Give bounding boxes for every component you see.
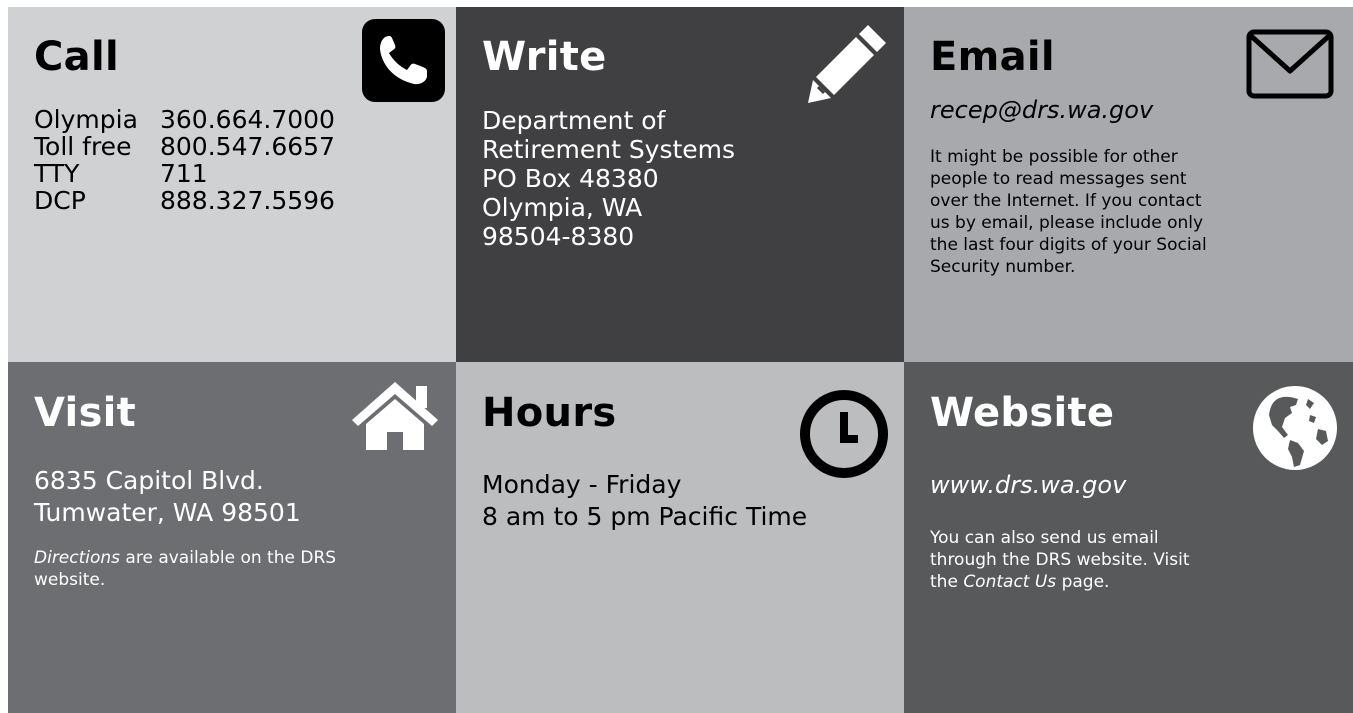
- website-url[interactable]: www.drs.wa.gov: [930, 471, 1327, 499]
- globe-icon: [1253, 386, 1337, 470]
- mailing-address: Department of Retirement Systems PO Box …: [482, 106, 878, 251]
- envelope-icon: [1246, 29, 1334, 99]
- address-line: Retirement Systems: [482, 135, 736, 164]
- visit-address: 6835 Capitol Blvd. Tumwater, WA 98501: [34, 465, 430, 529]
- phone-number[interactable]: 800.547.6657: [160, 133, 430, 160]
- website-note-end: page.: [1056, 572, 1110, 592]
- phone-number[interactable]: 711: [160, 160, 430, 187]
- hours-tile: Hours Monday - Friday 8 am to 5 pm Pacif…: [456, 362, 904, 713]
- address-line: 98504-8380: [482, 222, 635, 251]
- contact-us-link[interactable]: Contact Us: [963, 572, 1056, 592]
- visit-tile: Visit 6835 Capitol Blvd. Tumwater, WA 98…: [8, 362, 456, 713]
- directions-note: Directions are available on the DRS webs…: [34, 547, 354, 591]
- hours-line: 8 am to 5 pm Pacific Time: [482, 502, 808, 531]
- phone-list: Olympia 360.664.7000 Toll free 800.547.6…: [34, 106, 430, 214]
- contact-grid: Call Olympia 360.664.7000 Toll free 800.…: [8, 7, 1353, 713]
- email-notice: It might be possible for other people to…: [930, 147, 1207, 277]
- address-line: PO Box 48380: [482, 164, 659, 193]
- phone-label: Olympia: [34, 105, 138, 134]
- address-line: 6835 Capitol Blvd.: [34, 466, 264, 495]
- phone-icon: [362, 19, 445, 102]
- address-line: Department of: [482, 106, 666, 135]
- website-tile: Website www.drs.wa.gov You can also send…: [904, 362, 1353, 713]
- write-tile: Write Department of Retirement Systems P…: [456, 7, 904, 362]
- address-line: Olympia, WA: [482, 193, 643, 222]
- clock-icon: [800, 390, 888, 478]
- website-note: You can also send us email through the D…: [930, 527, 1220, 593]
- phone-label: DCP: [34, 186, 86, 215]
- phone-number[interactable]: 888.327.5596: [160, 187, 430, 214]
- phone-number[interactable]: 360.664.7000: [160, 106, 430, 133]
- phone-label: Toll free: [34, 132, 132, 161]
- directions-link[interactable]: Directions: [34, 548, 120, 568]
- email-address[interactable]: recep@drs.wa.gov: [930, 96, 1327, 124]
- call-tile: Call Olympia 360.664.7000 Toll free 800.…: [8, 7, 456, 362]
- email-tile: Email recep@drs.wa.gov It might be possi…: [904, 7, 1353, 362]
- pencil-icon: [808, 25, 886, 103]
- phone-label: TTY: [34, 159, 80, 188]
- house-icon: [352, 382, 438, 450]
- address-line: Tumwater, WA 98501: [34, 498, 301, 527]
